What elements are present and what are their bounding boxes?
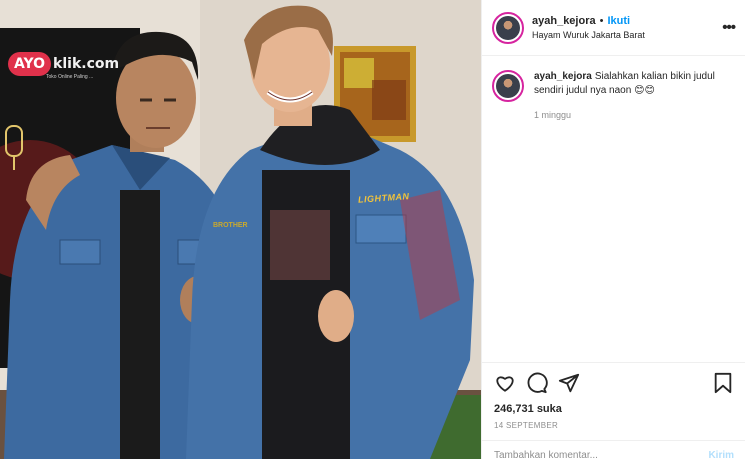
caption-username[interactable]: ayah_kejora — [534, 71, 592, 82]
comment-icon[interactable] — [526, 372, 548, 394]
post-photo[interactable]: AYO klik.com Toko Online Paling ... LIGH… — [0, 0, 481, 459]
location-link[interactable]: Hayam Wuruk Jakarta Barat — [532, 30, 722, 40]
bookmark-icon[interactable] — [712, 372, 734, 394]
comments-section: ayah_kejora Sialahkan kalian bikin judul … — [482, 56, 745, 360]
add-comment-bar: Kirim — [482, 440, 745, 459]
post-side-panel: ayah_kejora • Ikuti Hayam Wuruk Jakarta … — [481, 0, 745, 459]
post-date: 14 SEPTEMBER — [494, 421, 559, 430]
post-actions: 246,731 suka 14 SEPTEMBER — [482, 362, 745, 430]
likes-count[interactable]: 246,731 suka — [494, 403, 734, 415]
share-icon[interactable] — [558, 372, 580, 394]
jacket-print-left: BROTHER — [213, 222, 248, 229]
separator-dot: • — [599, 15, 604, 27]
ayo-badge: AYO — [8, 52, 52, 76]
avatar[interactable] — [492, 11, 524, 44]
caption-comment: ayah_kejora Sialahkan kalian bikin judul … — [492, 70, 735, 122]
instagram-post: AYO klik.com Toko Online Paling ... LIGH… — [0, 0, 745, 459]
photo-brand-logo: AYO klik.com — [8, 52, 119, 76]
comment-input[interactable] — [494, 450, 709, 459]
more-icon[interactable]: ••• — [722, 19, 736, 36]
logo-text: klik.com — [53, 56, 120, 72]
send-button[interactable]: Kirim — [708, 450, 734, 459]
username-link[interactable]: ayah_kejora — [532, 15, 596, 27]
caption-time: 1 minggu — [534, 110, 572, 120]
post-header: ayah_kejora • Ikuti Hayam Wuruk Jakarta … — [482, 0, 745, 56]
follow-button[interactable]: Ikuti — [607, 15, 630, 27]
avatar[interactable] — [492, 70, 524, 102]
header-text: ayah_kejora • Ikuti Hayam Wuruk Jakarta … — [532, 15, 722, 40]
logo-tagline: Toko Online Paling ... — [46, 74, 94, 80]
heart-icon[interactable] — [494, 372, 516, 394]
